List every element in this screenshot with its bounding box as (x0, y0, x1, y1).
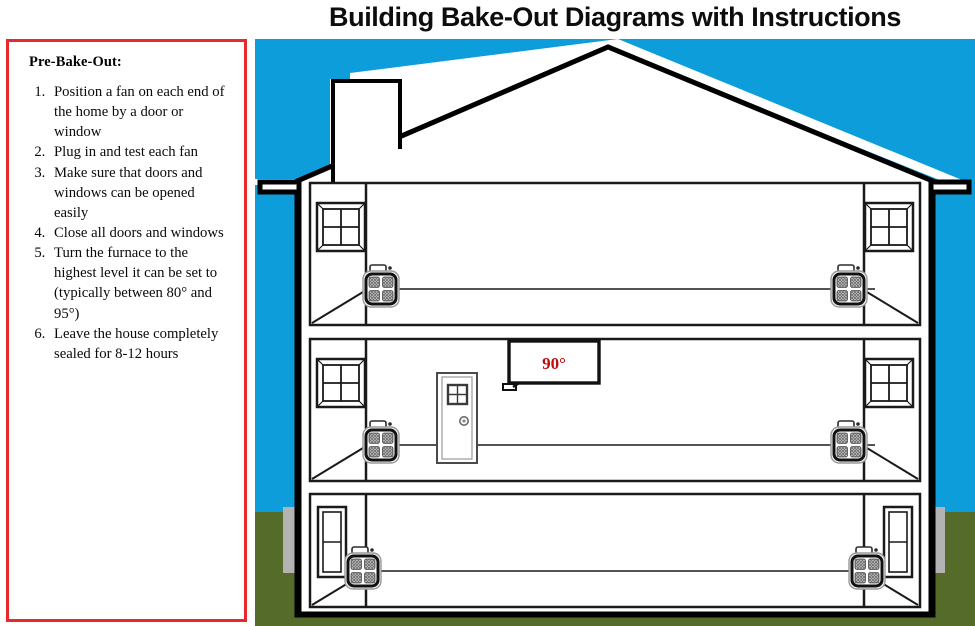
main-floor-room (308, 337, 922, 483)
page-root: Building Bake-Out Diagrams with Instruct… (0, 0, 975, 626)
box-fan-icon (362, 264, 400, 308)
box-fan-icon (362, 420, 400, 464)
window (882, 505, 914, 579)
list-item: Leave the house completely sealed for 8-… (49, 324, 232, 364)
box-fan-icon (848, 546, 886, 590)
page-title: Building Bake-Out Diagrams with Instruct… (329, 1, 901, 32)
list-item: Plug in and test each fan (49, 142, 232, 162)
basement-room (308, 492, 922, 609)
window (316, 505, 348, 579)
instruction-list: Position a fan on each end of the home b… (19, 82, 236, 364)
window (315, 357, 367, 409)
list-item: Position a fan on each end of the home b… (49, 82, 232, 142)
box-fan-icon (344, 546, 382, 590)
box-fan-icon (830, 264, 868, 308)
pre-bake-out-panel: Pre-Bake-Out: Position a fan on each end… (6, 39, 247, 622)
list-item: Turn the furnace to the highest level it… (49, 243, 232, 324)
door (436, 372, 478, 464)
main-floor: 90° (308, 337, 922, 483)
thermostat-reading: 90° (542, 354, 566, 373)
list-item: Make sure that doors and windows can be … (49, 163, 232, 223)
list-item: Close all doors and windows (49, 223, 232, 243)
box-fan-icon (830, 420, 868, 464)
thermostat-callout: 90° (507, 339, 601, 385)
window (863, 201, 915, 253)
upper-floor (308, 181, 922, 327)
chimney-fill (335, 83, 398, 182)
window (315, 201, 367, 253)
window (863, 357, 915, 409)
basement-floor (308, 492, 922, 609)
upper-floor-room (308, 181, 922, 327)
house-diagram: 90° (255, 39, 975, 626)
panel-heading: Pre-Bake-Out: (29, 54, 122, 70)
